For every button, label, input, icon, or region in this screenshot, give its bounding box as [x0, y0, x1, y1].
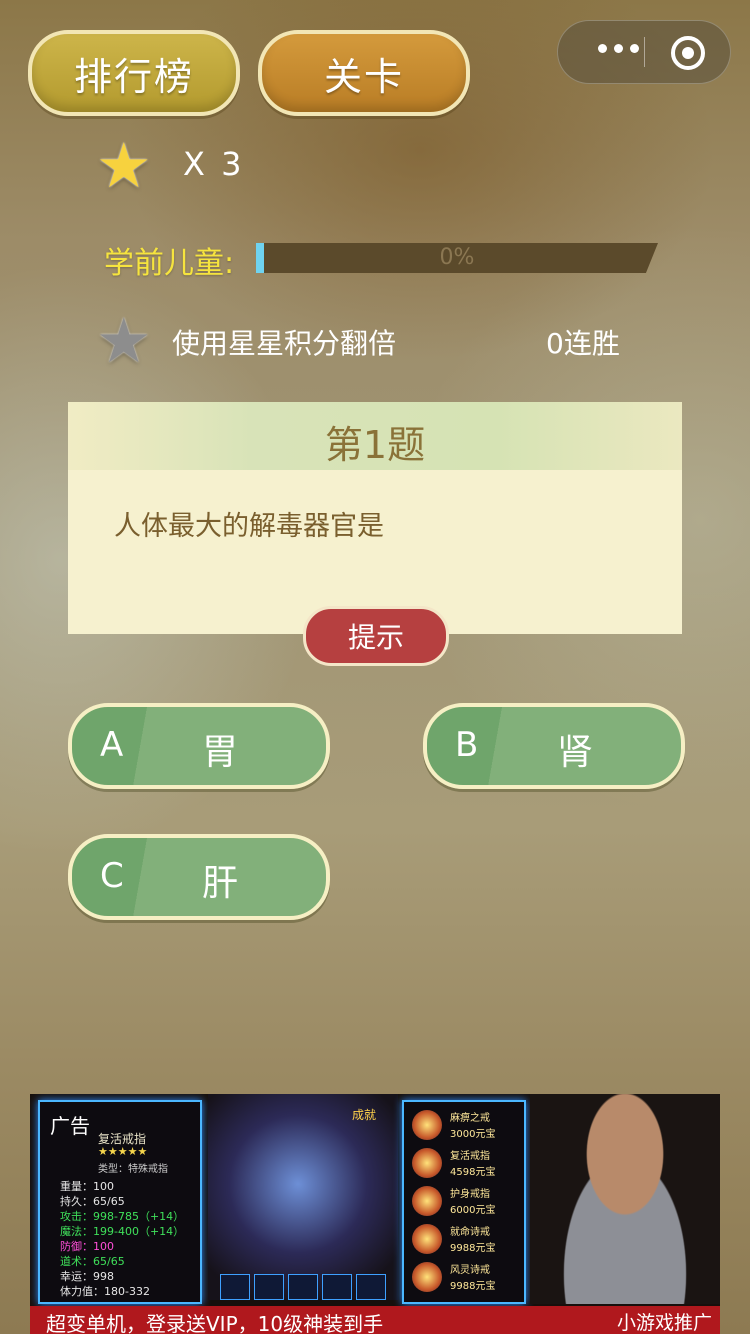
ad-stat: 持久：65/65 [60, 1195, 125, 1208]
question-text: 人体最大的解毒器官是 [114, 511, 384, 542]
shop-item-name: 复活戒指 [450, 1151, 490, 1162]
answer-word: 肝 [202, 863, 239, 904]
ad-equipment-slots [208, 1274, 398, 1302]
ad-stat: 魔法：199-400（+14） [60, 1225, 185, 1238]
shop-item-name: 风灵诗戒 [450, 1265, 490, 1276]
win-streak: 0连胜 [546, 327, 620, 360]
ad-promo-link[interactable]: 小游戏推广 [617, 1308, 712, 1334]
ad-shop-item: 护身戒指 6000元宝 [412, 1184, 522, 1220]
levels-label: 关卡 [323, 54, 404, 99]
shop-item-price: 4598元宝 [450, 1167, 496, 1178]
ad-shop-item: 麻痹之戒 3000元宝 [412, 1108, 522, 1144]
ring-icon [412, 1186, 442, 1216]
ad-achievement-tag: 成就 [352, 1108, 377, 1122]
ring-icon [412, 1148, 442, 1178]
shop-item-name: 麻痹之戒 [450, 1113, 490, 1124]
ad-stat: 防御：100 [60, 1240, 114, 1253]
answer-letter: C [100, 856, 124, 896]
ad-stat: 攻击：998-785（+14） [60, 1210, 185, 1223]
answer-word: 胃 [202, 732, 239, 773]
ad-banner[interactable]: 广告 复活戒指 ★★★★★ 类型：特殊戒指 重量：100 持久：65/65 攻击… [30, 1094, 720, 1334]
ad-stat: 道术：65/65 [60, 1255, 125, 1268]
gold-star-icon: ★ [96, 129, 152, 202]
double-points-text[interactable]: 使用星星积分翻倍 [172, 322, 396, 362]
answer-button-a[interactable]: A 胃 [68, 703, 330, 789]
shop-item-name: 就命诗戒 [450, 1227, 490, 1238]
ad-label[interactable]: 广告 [50, 1110, 90, 1139]
ad-slogan: 超变单机，登录送VIP，10级神装到手 [46, 1312, 384, 1334]
capsule-divider [644, 37, 645, 67]
shop-item-name: 护身戒指 [450, 1189, 490, 1200]
progress-text: 0% [439, 245, 475, 270]
question-card: 第1题 人体最大的解毒器官是 [68, 402, 682, 634]
ad-shop-item: 风灵诗戒 9988元宝 [412, 1260, 522, 1296]
hint-label: 提示 [347, 621, 404, 654]
ad-caption-bar[interactable]: 超变单机，登录送VIP，10级神装到手 小游戏推广 [30, 1306, 720, 1334]
leaderboard-label: 排行榜 [73, 54, 194, 99]
levels-button[interactable]: 关卡 [258, 30, 470, 116]
answer-button-c[interactable]: C 肝 [68, 834, 330, 920]
leaderboard-button[interactable]: 排行榜 [28, 30, 240, 116]
level-name: 学前儿童: [104, 246, 235, 281]
ad-stat: 重量：100 [60, 1180, 114, 1193]
ad-spokesperson-image [530, 1094, 720, 1304]
close-target-icon[interactable] [671, 36, 705, 70]
ad-item-stars: ★★★★★ [98, 1145, 148, 1158]
answer-letter: A [100, 725, 124, 765]
answer-button-b[interactable]: B 肾 [423, 703, 685, 789]
shop-item-price: 9988元宝 [450, 1243, 496, 1254]
ring-icon [412, 1224, 442, 1254]
ad-stat: 幸运：998 [60, 1270, 114, 1283]
shop-item-price: 9988元宝 [450, 1281, 496, 1292]
more-dots-icon[interactable] [598, 44, 639, 53]
ring-icon [412, 1110, 442, 1140]
level-progress-bar: 0% [256, 243, 658, 273]
ad-shop-item: 复活戒指 4598元宝 [412, 1146, 522, 1182]
ad-shop-item: 就命诗戒 9988元宝 [412, 1222, 522, 1258]
hint-button[interactable]: 提示 [303, 606, 449, 666]
shop-item-price: 6000元宝 [450, 1205, 496, 1216]
grey-star-icon[interactable]: ★ [96, 310, 152, 372]
question-title: 第1题 [324, 423, 426, 467]
question-header: 第1题 [68, 402, 682, 470]
miniprogram-capsule [557, 20, 731, 84]
ring-icon [412, 1262, 442, 1292]
ad-character-art [208, 1094, 398, 1300]
ad-item-panel: 广告 复活戒指 ★★★★★ 类型：特殊戒指 重量：100 持久：65/65 攻击… [38, 1100, 202, 1304]
ad-stat: 体力值：180-332 [60, 1285, 150, 1298]
ad-item-type: 类型：特殊戒指 [98, 1164, 168, 1175]
star-count: X 3 [183, 145, 245, 183]
shop-item-price: 3000元宝 [450, 1129, 496, 1140]
answer-letter: B [455, 725, 479, 765]
answer-word: 肾 [557, 732, 594, 773]
ad-shop-panel: 麻痹之戒 3000元宝 复活戒指 4598元宝 护身戒指 6000元宝 就命诗戒… [402, 1100, 526, 1304]
